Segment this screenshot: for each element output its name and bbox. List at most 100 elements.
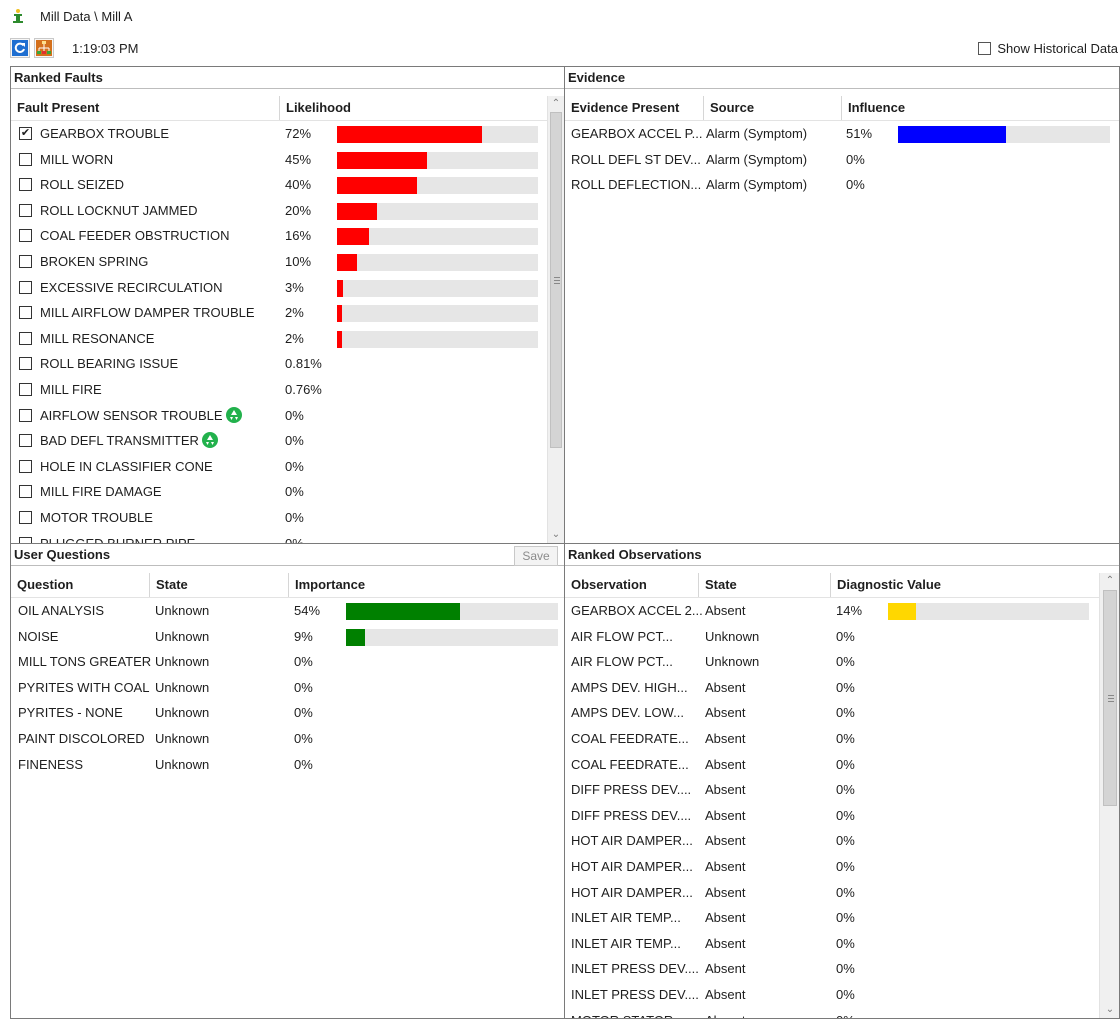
scroll-thumb[interactable] — [1103, 590, 1117, 806]
fault-checkbox[interactable] — [19, 229, 32, 243]
observation-state: Absent — [705, 961, 746, 977]
scroll-up-arrow[interactable]: ⌃ — [548, 96, 564, 112]
question-row[interactable]: MILL TONS GREATER Unknown 0% — [11, 649, 564, 675]
fault-row[interactable]: HOLE IN CLASSIFIER CONE 0% — [11, 454, 547, 480]
question-name: OIL ANALYSIS — [18, 603, 104, 618]
fault-name: MILL FIRE DAMAGE — [40, 484, 162, 500]
scroll-up-arrow[interactable]: ⌃ — [1102, 573, 1118, 589]
fault-row[interactable]: BAD DEFL TRANSMITTER 0% — [11, 428, 547, 454]
fault-checkbox[interactable] — [19, 459, 32, 473]
diagnostic-value: 0% — [836, 961, 855, 977]
question-row[interactable]: PAINT DISCOLORED Unknown 0% — [11, 726, 564, 752]
observation-row[interactable]: INLET PRESS DEV.... Absent 0% — [565, 982, 1099, 1008]
fault-checkbox[interactable] — [19, 203, 32, 217]
observation-row[interactable]: HOT AIR DAMPER... Absent 0% — [565, 880, 1099, 906]
influence-value: 51% — [846, 126, 873, 141]
observation-row[interactable]: HOT AIR DAMPER... Absent 0% — [565, 828, 1099, 854]
fault-checkbox[interactable] — [19, 434, 32, 448]
question-row[interactable]: OIL ANALYSIS Unknown 54% — [11, 598, 564, 624]
fault-checkbox[interactable] — [19, 306, 32, 320]
influence-bar-fill — [898, 126, 1006, 143]
question-row[interactable]: NOISE Unknown 9% — [11, 624, 564, 650]
fault-row[interactable]: MILL FIRE 0.76% — [11, 377, 547, 403]
observation-name: COAL FEEDRATE... — [571, 756, 689, 772]
col-influence[interactable]: Influence — [841, 96, 1111, 120]
ranked-observations-scrollbar[interactable]: ⌃ ⌄ — [1099, 573, 1119, 1018]
fault-row[interactable]: ROLL LOCKNUT JAMMED 20% — [11, 198, 547, 224]
col-evidence-present[interactable]: Evidence Present — [565, 96, 703, 120]
col-state[interactable]: State — [149, 573, 288, 597]
question-row[interactable]: FINENESS Unknown 0% — [11, 752, 564, 778]
fault-checkbox[interactable] — [19, 255, 32, 268]
fault-row[interactable]: ROLL BEARING ISSUE 0.81% — [11, 351, 547, 377]
observation-row[interactable]: MOTOR STATOR...Absent0% — [565, 1008, 1099, 1018]
likelihood-value: 20% — [285, 202, 312, 218]
observation-row[interactable]: AMPS DEV. LOW... Absent 0% — [565, 700, 1099, 726]
fault-checkbox[interactable] — [19, 408, 32, 422]
question-row[interactable]: PYRITES WITH COAL Unknown 0% — [11, 675, 564, 701]
refresh-button[interactable] — [10, 38, 30, 58]
ranked-faults-scrollbar[interactable]: ⌃ ⌄ — [547, 96, 564, 543]
fault-checkbox[interactable]: ✔ — [19, 127, 32, 140]
fault-checkbox[interactable] — [19, 280, 32, 294]
scroll-thumb[interactable] — [550, 112, 562, 448]
scroll-down-arrow[interactable]: ⌄ — [548, 527, 564, 543]
fault-row[interactable]: ✔ GEARBOX TROUBLE 72% — [11, 121, 547, 147]
question-name: PYRITES - NONE — [18, 705, 123, 721]
observation-row[interactable]: AMPS DEV. HIGH... Absent 0% — [565, 675, 1099, 701]
observation-row[interactable]: DIFF PRESS DEV.... Absent 0% — [565, 803, 1099, 829]
fault-row[interactable]: BROKEN SPRING 10% — [11, 249, 547, 275]
observation-row[interactable]: AIR FLOW PCT... Unknown 0% — [565, 624, 1099, 650]
likelihood-value: 16% — [285, 228, 312, 244]
question-row[interactable]: PYRITES - NONE Unknown 0% — [11, 700, 564, 726]
show-historical-checkbox[interactable] — [978, 42, 992, 55]
observation-name: INLET PRESS DEV.... — [571, 961, 699, 977]
observation-row[interactable]: AIR FLOW PCT... Unknown 0% — [565, 649, 1099, 675]
fault-row[interactable]: ROLL SEIZED 40% — [11, 172, 547, 198]
save-button[interactable]: Save — [514, 546, 558, 566]
col-likelihood[interactable]: Likelihood — [279, 96, 539, 120]
evidence-row[interactable]: ROLL DEFL ST DEV... Alarm (Symptom) 0% — [565, 147, 1119, 173]
col-source[interactable]: Source — [703, 96, 841, 120]
network-view-button[interactable] — [34, 38, 54, 58]
observation-row[interactable]: INLET AIR TEMP... Absent 0% — [565, 931, 1099, 957]
fault-checkbox[interactable] — [19, 511, 32, 524]
col-importance[interactable]: Importance — [288, 573, 558, 597]
col-observation[interactable]: Observation — [565, 573, 698, 597]
fault-row[interactable]: EXCESSIVE RECIRCULATION 3% — [11, 275, 547, 301]
likelihood-value: 0.81% — [285, 356, 322, 372]
show-historical-data-toggle[interactable]: Show Historical Data — [978, 41, 1118, 56]
evidence-row[interactable]: GEARBOX ACCEL P... Alarm (Symptom) 51% — [565, 121, 1119, 147]
likelihood-value: 2% — [285, 305, 304, 321]
fault-row[interactable]: MILL AIRFLOW DAMPER TROUBLE 2% — [11, 300, 547, 326]
fault-checkbox[interactable] — [19, 331, 32, 345]
col-question[interactable]: Question — [11, 573, 149, 597]
observation-row[interactable]: COAL FEEDRATE... Absent 0% — [565, 726, 1099, 752]
observation-row[interactable]: GEARBOX ACCEL 2... Absent 14% — [565, 598, 1099, 624]
evidence-source: Alarm (Symptom) — [706, 177, 808, 193]
col-fault-present[interactable]: Fault Present — [11, 96, 279, 120]
fault-row[interactable]: MILL RESONANCE 2% — [11, 326, 547, 352]
fault-row[interactable]: MILL FIRE DAMAGE 0% — [11, 479, 547, 505]
fault-checkbox[interactable] — [19, 357, 32, 371]
fault-row[interactable]: MOTOR TROUBLE 0% — [11, 505, 547, 531]
observation-row[interactable]: COAL FEEDRATE... Absent 0% — [565, 752, 1099, 778]
fault-row[interactable]: AIRFLOW SENSOR TROUBLE 0% — [11, 403, 547, 429]
fault-row[interactable]: MILL WORN 45% — [11, 147, 547, 173]
fault-checkbox[interactable] — [19, 383, 32, 396]
fault-checkbox[interactable] — [19, 152, 32, 166]
observation-row[interactable]: DIFF PRESS DEV.... Absent 0% — [565, 777, 1099, 803]
fault-row[interactable]: PLUGGED BURNER PIPE 0% — [11, 531, 547, 543]
ranked-observations-list: GEARBOX ACCEL 2... Absent 14% AIR FLOW PCT.… — [565, 598, 1099, 1018]
likelihood-bar — [337, 330, 538, 348]
observation-row[interactable]: INLET AIR TEMP... Absent 0% — [565, 905, 1099, 931]
col-diagnostic-value[interactable]: Diagnostic Value — [830, 573, 1100, 597]
col-obs-state[interactable]: State — [698, 573, 830, 597]
fault-row[interactable]: COAL FEEDER OBSTRUCTION 16% — [11, 223, 547, 249]
fault-checkbox[interactable] — [19, 485, 32, 499]
observation-row[interactable]: HOT AIR DAMPER... Absent 0% — [565, 854, 1099, 880]
fault-checkbox[interactable] — [19, 178, 32, 192]
scroll-down-arrow[interactable]: ⌄ — [1102, 1002, 1118, 1018]
evidence-row[interactable]: ROLL DEFLECTION... Alarm (Symptom) 0% — [565, 172, 1119, 198]
observation-row[interactable]: INLET PRESS DEV.... Absent 0% — [565, 956, 1099, 982]
